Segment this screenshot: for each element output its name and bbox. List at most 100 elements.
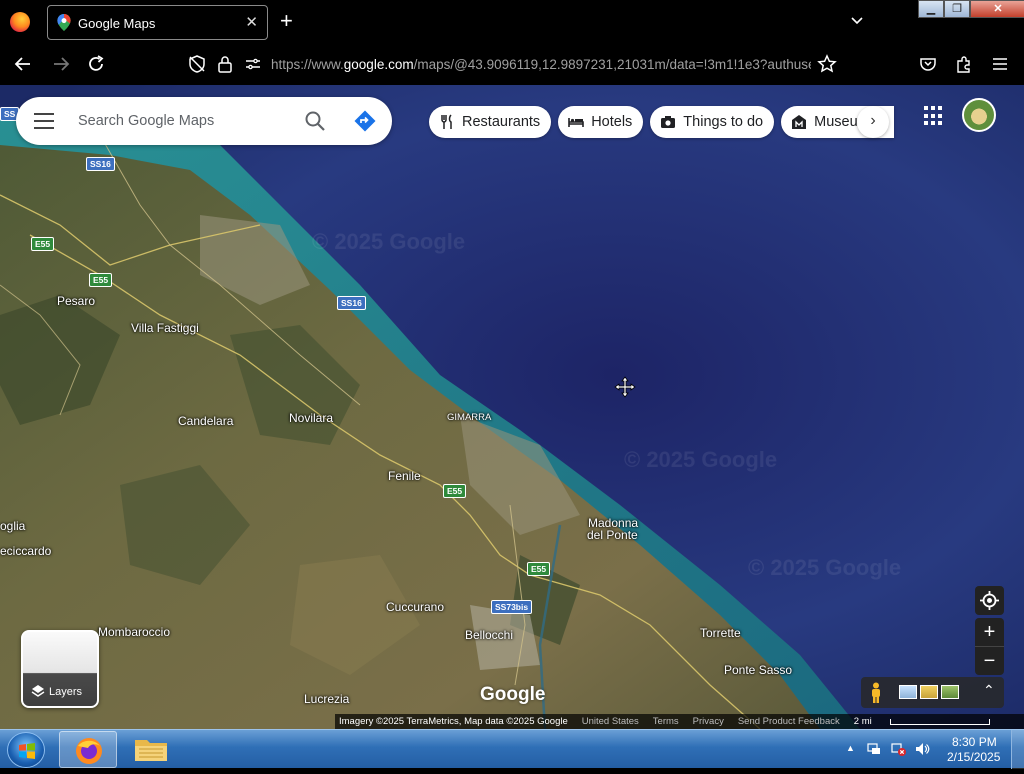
layers-button[interactable]: Layers	[21, 630, 99, 708]
country-link[interactable]: United States	[582, 716, 639, 727]
new-tab-button[interactable]: +	[280, 10, 293, 32]
town-label[interactable]: Pesaro	[57, 294, 95, 308]
road-shield: SS73bis	[491, 600, 533, 614]
window-controls: ▁ ❐ ✕	[918, 0, 1024, 18]
action-center-icon[interactable]	[866, 741, 882, 757]
start-button[interactable]	[7, 732, 45, 768]
tab-bar: Google Maps ✕ + ▁ ❐ ✕	[0, 0, 1024, 44]
town-label[interactable]: Villa Fastiggi	[131, 321, 199, 335]
firefox-icon	[76, 738, 102, 764]
google-logo: Google	[480, 684, 546, 705]
scale-bar	[889, 718, 990, 725]
town-label[interactable]: Torrette	[700, 626, 741, 640]
road-shield: SS16	[86, 157, 115, 171]
taskbar-file-explorer[interactable]	[122, 731, 180, 768]
town-label[interactable]: Cuccurano	[386, 600, 444, 614]
layer-thumb-terrain[interactable]	[920, 685, 938, 699]
road-shield: E55	[31, 237, 55, 251]
hamburger-menu-icon[interactable]	[989, 53, 1011, 75]
minimize-button[interactable]: ▁	[918, 0, 944, 18]
town-label[interactable]: Novilara	[289, 411, 333, 425]
bottom-tools: ⌃	[861, 677, 1004, 708]
expand-button[interactable]: ⌃	[983, 682, 995, 699]
directions-icon[interactable]	[353, 109, 377, 133]
search-box	[16, 97, 392, 145]
menu-icon[interactable]	[34, 113, 54, 129]
chip-label: Things to do	[683, 114, 764, 130]
layers-icon	[31, 685, 45, 697]
layers-label: Layers	[49, 686, 83, 698]
clock-date[interactable]: 2/15/2025	[947, 750, 1000, 764]
windows-logo-icon	[19, 743, 35, 759]
clock-time[interactable]: 8:30 PM	[952, 735, 997, 749]
town-label[interactable]: eciccardo	[0, 544, 51, 558]
pocket-icon[interactable]	[917, 53, 939, 75]
tab-title: Google Maps	[78, 16, 156, 31]
google-apps-icon[interactable]	[924, 106, 944, 126]
feedback-link[interactable]: Send Product Feedback	[738, 716, 840, 727]
map-canvas[interactable]: © 2025 Google © 2025 Google © 2025 Googl…	[0, 85, 1024, 729]
reload-icon[interactable]	[85, 53, 107, 75]
tab-google-maps[interactable]: Google Maps ✕	[47, 5, 268, 40]
system-tray: ▲ 8:30 PM 2/15/2025	[842, 730, 1012, 769]
extensions-icon[interactable]	[953, 53, 975, 75]
town-label[interactable]: oglia	[0, 519, 25, 533]
tracking-shield-icon[interactable]	[186, 53, 208, 75]
privacy-link[interactable]: Privacy	[693, 716, 724, 727]
town-label[interactable]: Bellocchi	[465, 628, 513, 642]
chips-next-button[interactable]: ›	[857, 106, 889, 138]
avatar[interactable]	[962, 98, 996, 132]
chip-label: Hotels	[591, 114, 633, 130]
zoom-in-button[interactable]: +	[975, 618, 1004, 646]
url-bar[interactable]: https://www.google.com/maps/@43.9096119,…	[271, 57, 811, 72]
town-label[interactable]: Fenile	[388, 469, 421, 483]
forward-arrow-icon[interactable]	[50, 53, 72, 75]
scale-indicator[interactable]: 2 mi	[854, 716, 990, 727]
my-location-button[interactable]	[975, 586, 1004, 615]
terms-link[interactable]: Terms	[653, 716, 679, 727]
restore-button[interactable]: ❐	[944, 0, 970, 18]
town-label[interactable]: GIMARRA	[447, 412, 491, 423]
back-arrow-icon[interactable]	[12, 53, 34, 75]
tray-expand-icon[interactable]: ▲	[846, 743, 855, 753]
bed-icon	[568, 118, 584, 127]
permissions-icon[interactable]	[242, 53, 264, 75]
map-watermark: © 2025 Google	[624, 447, 778, 472]
camera-icon	[661, 116, 676, 128]
town-label[interactable]: Ponte Sasso	[724, 663, 792, 677]
navigation-bar: https://www.google.com/maps/@43.9096119,…	[0, 44, 1024, 85]
town-label[interactable]: Lucrezia	[304, 692, 349, 706]
fork-knife-icon	[441, 114, 452, 129]
show-desktop-button[interactable]	[1011, 730, 1024, 769]
town-label[interactable]: Mombaroccio	[98, 625, 170, 639]
folder-icon	[135, 740, 167, 761]
attribution-bar: Imagery ©2025 TerraMetrics, Map data ©20…	[335, 714, 1024, 729]
move-cursor-icon	[614, 376, 636, 398]
zoom-out-button[interactable]: −	[975, 646, 1004, 674]
category-chips: Restaurants Hotels Things to do Museums	[429, 106, 895, 138]
town-label[interactable]: Candelara	[178, 414, 233, 428]
layer-thumb-map[interactable]	[899, 685, 917, 699]
windows-taskbar: ▲ 8:30 PM 2/15/2025	[0, 729, 1024, 769]
search-input[interactable]	[78, 109, 298, 133]
pegman-icon[interactable]	[869, 682, 883, 703]
layer-thumb-satellite[interactable]	[941, 685, 959, 699]
taskbar-firefox[interactable]	[59, 731, 117, 768]
maps-pin-icon	[57, 14, 71, 31]
lock-icon[interactable]	[214, 53, 236, 75]
chip-restaurants[interactable]: Restaurants	[429, 106, 552, 138]
bookmark-star-icon[interactable]	[816, 53, 838, 75]
tab-close-button[interactable]: ✕	[245, 13, 258, 31]
close-window-button[interactable]: ✕	[970, 0, 1024, 18]
map-watermark: © 2025 Google	[748, 555, 902, 580]
network-error-icon[interactable]	[890, 741, 906, 757]
town-label[interactable]: del Ponte	[587, 528, 638, 542]
crosshair-icon	[980, 591, 999, 610]
chip-hotels[interactable]: Hotels	[558, 106, 644, 138]
chevron-down-icon[interactable]	[850, 14, 864, 28]
volume-icon[interactable]	[914, 741, 930, 757]
road-shield: E55	[89, 273, 113, 287]
chip-things-to-do[interactable]: Things to do	[650, 106, 775, 138]
search-icon[interactable]	[303, 109, 327, 133]
firefox-logo-icon[interactable]	[10, 12, 30, 32]
